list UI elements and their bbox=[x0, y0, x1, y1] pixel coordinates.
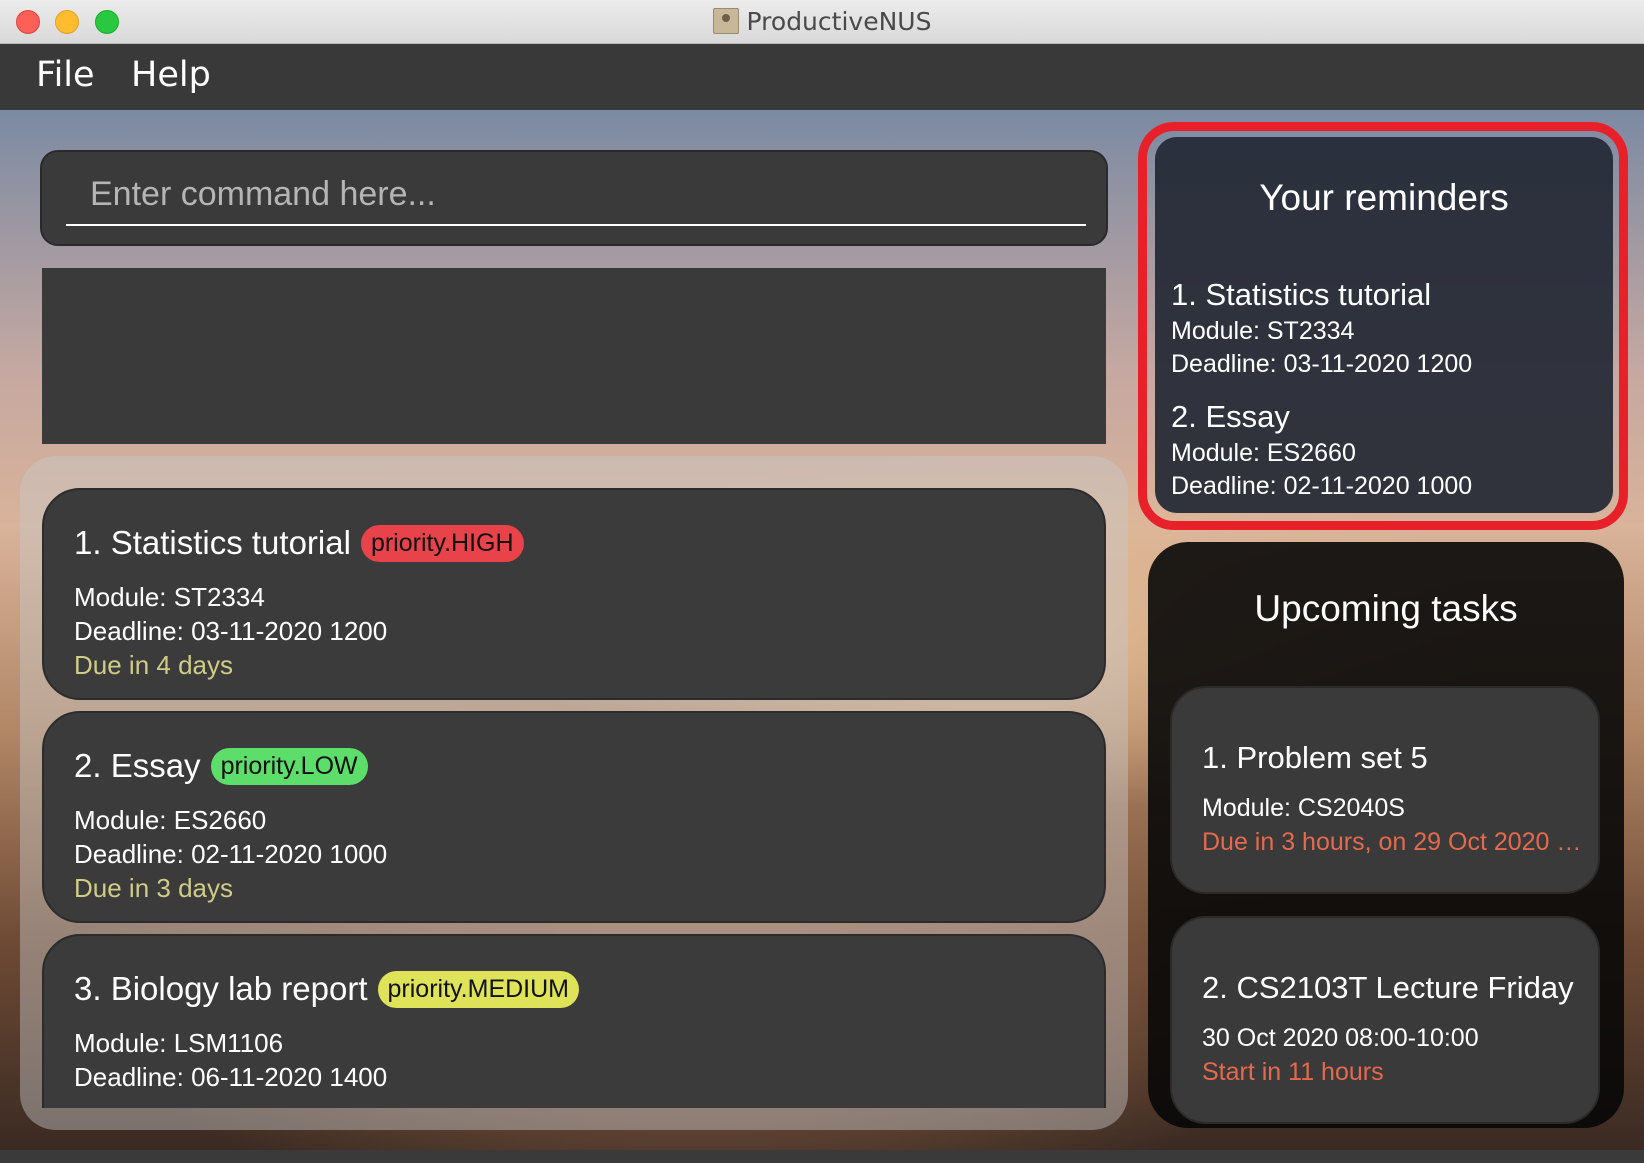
priority-badge: priority.LOW bbox=[210, 748, 368, 785]
task-title-row: 1. Statistics tutorial priority.HIGH bbox=[74, 524, 524, 562]
upcoming-tasks-panel[interactable]: Upcoming tasks 1. Problem set 5 Module: … bbox=[1148, 542, 1624, 1128]
task-title: 1. Statistics tutorial bbox=[74, 524, 351, 561]
upcoming-heading: Upcoming tasks bbox=[1254, 588, 1518, 629]
command-input[interactable] bbox=[66, 164, 1086, 226]
task-list[interactable]: 1. Statistics tutorial priority.HIGH Modu… bbox=[42, 488, 1106, 1108]
task-deadline: Deadline: 02-11-2020 1000 bbox=[74, 839, 388, 869]
task-deadline: Deadline: 06-11-2020 1400 bbox=[74, 1062, 388, 1092]
window-bottom-edge bbox=[0, 1150, 1644, 1163]
upcoming-task-title: 2. CS2103T Lecture Friday bbox=[1202, 970, 1574, 1005]
upcoming-task-detail: Module: CS2040S bbox=[1202, 794, 1405, 822]
task-module: Module: ST2334 bbox=[74, 582, 265, 612]
upcoming-task-detail: 30 Oct 2020 08:00-10:00 bbox=[1202, 1024, 1479, 1052]
task-module: Module: ES2660 bbox=[74, 805, 267, 835]
task-title-row: 2. Essay priority.LOW bbox=[74, 747, 368, 785]
menu-bar: File Help bbox=[0, 44, 1644, 110]
upcoming-task-status: Start in 11 hours bbox=[1202, 1058, 1384, 1086]
task-card[interactable]: 1. Statistics tutorial priority.HIGH Modu… bbox=[42, 488, 1106, 700]
command-box bbox=[40, 150, 1108, 246]
menu-help[interactable]: Help bbox=[131, 55, 211, 95]
task-title: 3. Biology lab report bbox=[74, 970, 368, 1007]
task-due: Due in 3 days bbox=[74, 873, 233, 903]
result-display bbox=[42, 268, 1106, 444]
task-deadline: Deadline: 03-11-2020 1200 bbox=[74, 616, 388, 646]
app-document-icon bbox=[712, 8, 739, 34]
menu-file[interactable]: File bbox=[36, 55, 95, 95]
upcoming-task-card[interactable]: 1. Problem set 5 Module: CS2040S Due in … bbox=[1170, 686, 1600, 894]
window-title: ProductiveNUS bbox=[746, 7, 932, 36]
priority-badge: priority.HIGH bbox=[360, 525, 524, 562]
upcoming-task-title: 1. Problem set 5 bbox=[1202, 740, 1428, 775]
task-due: Due in 4 days bbox=[74, 650, 233, 680]
task-title-row: 3. Biology lab report priority.MEDIUM bbox=[74, 970, 579, 1008]
task-card[interactable]: 3. Biology lab report priority.MEDIUM Mod… bbox=[42, 934, 1106, 1108]
upcoming-task-status: Due in 3 hours, on 29 Oct 2020 2... bbox=[1202, 828, 1586, 856]
reminders-highlight-outline bbox=[1138, 122, 1628, 530]
task-list-panel: 1. Statistics tutorial priority.HIGH Modu… bbox=[20, 456, 1128, 1130]
task-module: Module: LSM1106 bbox=[74, 1028, 284, 1058]
upcoming-task-card[interactable]: 2. CS2103T Lecture Friday 30 Oct 2020 08… bbox=[1170, 916, 1600, 1124]
priority-badge: priority.MEDIUM bbox=[377, 971, 579, 1008]
task-title: 2. Essay bbox=[74, 747, 201, 784]
title-bar: ProductiveNUS bbox=[0, 0, 1644, 44]
window-title-container: ProductiveNUS bbox=[0, 7, 1644, 36]
task-card[interactable]: 2. Essay priority.LOW Module: ES2660 Dead… bbox=[42, 711, 1106, 923]
